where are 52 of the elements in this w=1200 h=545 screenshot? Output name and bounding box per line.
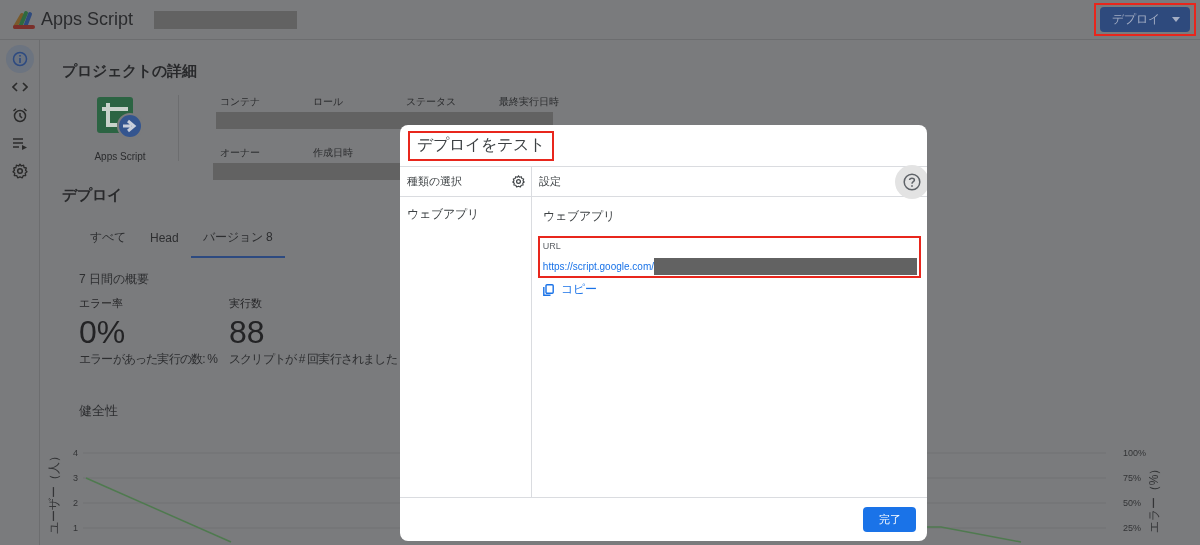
- caret-icon: [1172, 17, 1180, 22]
- axis-tick-label: 2: [73, 498, 78, 508]
- version-tab[interactable]: Head: [138, 220, 191, 258]
- version-tab[interactable]: バージョン 8: [190, 220, 285, 258]
- field-label: 最終実行日時: [499, 95, 560, 109]
- list-play-icon: [11, 135, 28, 151]
- column-header: 種類の選択: [407, 174, 462, 189]
- metric-label: エラー率: [79, 296, 123, 311]
- field-label: URL: [542, 241, 562, 251]
- field-label: ロール: [313, 95, 344, 109]
- done-button[interactable]: 完了: [863, 507, 916, 532]
- metric-label: 実行数: [229, 296, 262, 311]
- copy-button[interactable]: コピー: [542, 281, 597, 298]
- column-header: 設定: [538, 174, 561, 189]
- alarm-clock-icon: [11, 107, 28, 123]
- version-tab[interactable]: すべて: [78, 220, 138, 258]
- axis-title: ユーザー（人）: [47, 450, 61, 534]
- field-label: コンテナ: [220, 95, 261, 109]
- field-label: 作成日時: [313, 146, 354, 160]
- url-link[interactable]: https://script.google.com/: [542, 261, 654, 272]
- dialog-title: デプロイをテスト: [417, 134, 545, 155]
- field-label: オーナー: [220, 146, 261, 160]
- help-icon: [903, 172, 921, 191]
- metric-caption: スクリプトが # 回実行されました: [229, 351, 397, 368]
- axis-tick-label: 1: [73, 523, 78, 533]
- axis-tick-label: 3: [73, 473, 78, 483]
- axis-tick-label: 75%: [1123, 473, 1141, 483]
- chart-title: 健全性: [79, 402, 118, 420]
- section-title: ウェブアプリ: [542, 208, 616, 225]
- summary-title: 7 日間の概要: [79, 271, 149, 288]
- apps-script-logo-icon: [12, 8, 36, 31]
- settings-icon: [11, 163, 28, 179]
- axis-tick-label: 100%: [1123, 448, 1147, 458]
- deployment-type-item[interactable]: ウェブアプリ: [400, 197, 486, 232]
- settings-icon[interactable]: [511, 175, 525, 188]
- app-title: Apps Script: [41, 9, 134, 30]
- info-nav-button[interactable]: [5, 45, 34, 73]
- copy-icon: [542, 283, 554, 296]
- axis-tick-label: 25%: [1123, 523, 1141, 533]
- metric-value: 88: [229, 313, 265, 351]
- metric-value: 0%: [79, 313, 126, 351]
- section-title: プロジェクトの詳細: [62, 62, 198, 80]
- deploy-button[interactable]: デプロイ: [1100, 7, 1190, 32]
- axis-tick-label: 4: [73, 448, 78, 458]
- field-label: ステータス: [406, 95, 457, 109]
- help-button[interactable]: [895, 164, 927, 199]
- section-title: デプロイ: [62, 186, 123, 204]
- info-icon: [11, 51, 28, 67]
- axis-title: エラー（%）: [1147, 462, 1161, 534]
- axis-tick-label: 50%: [1123, 498, 1141, 508]
- metric-caption: エラーがあった実行の数: %: [79, 351, 218, 368]
- icon-caption: Apps Script: [94, 151, 146, 162]
